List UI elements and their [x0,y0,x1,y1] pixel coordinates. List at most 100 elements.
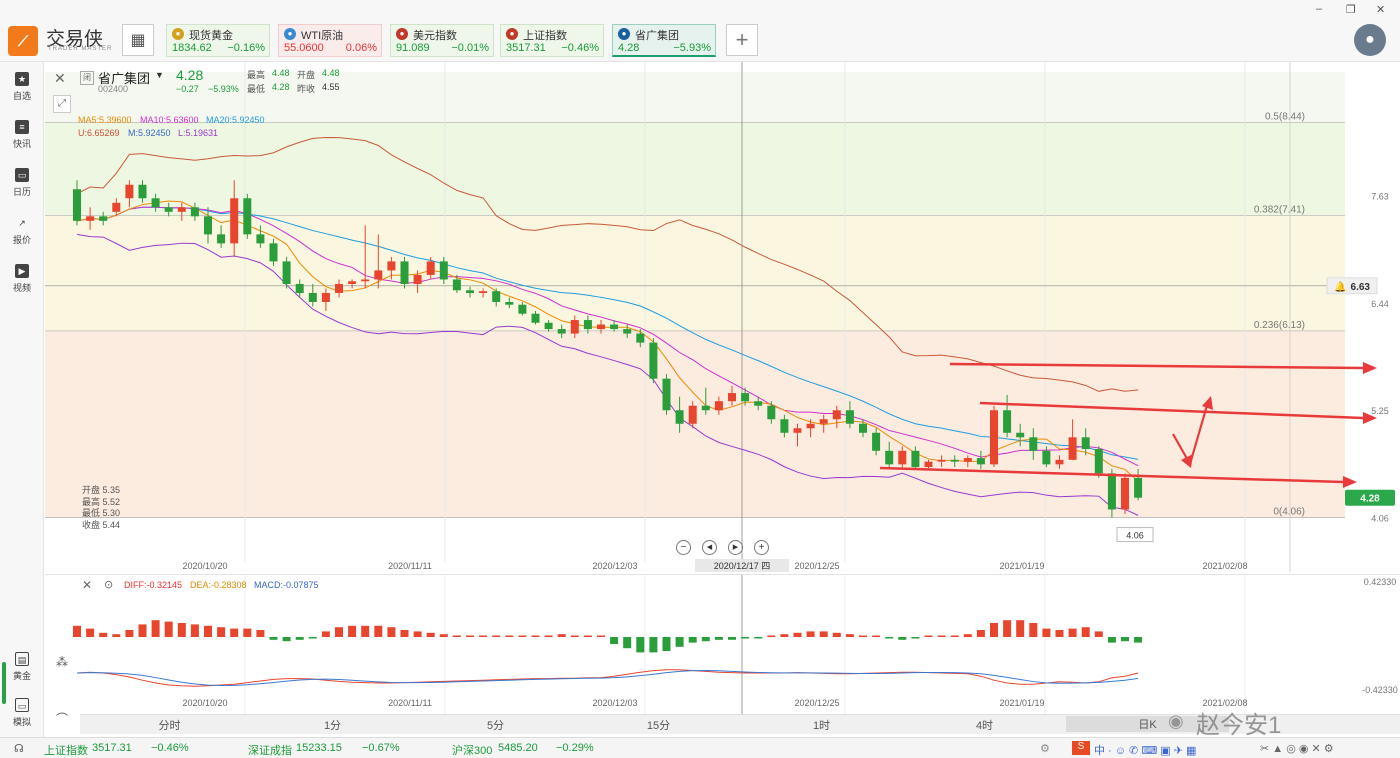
ticker-price: 1834.62 [172,42,212,54]
sidebar-item-news[interactable]: ≡ 快讯 [0,120,44,150]
candle-body-47 [688,405,697,424]
status-index-1-change: −0.67% [362,742,400,754]
candle-body-46 [675,410,684,424]
ticker-name: WTI原油 [301,30,344,42]
candle-body-25 [400,261,409,284]
prev-close-label: 昨收 [297,84,316,94]
trend-arrow-head-0 [1363,362,1377,374]
fib-label-2: 0.236(6.13) [1254,320,1305,331]
system-tray-icons[interactable]: ✂ ▲ ◎ ◉ ✕ ⚙ [1260,742,1334,755]
candle-body-20 [335,283,343,293]
ime-tray[interactable]: 中 · ☺ ✆ ⌨ ▣ ✈ ▦ [1094,742,1196,758]
macd-panel[interactable]: 0.42330 -0.42330 2020/10/20 2020/11/11 2020/… [45,574,1400,714]
macd-bar-71 [1003,620,1012,637]
macd-bar-78 [1094,631,1103,637]
ticker-tab-4[interactable]: ● 省广集团 4.28 −5.93% [612,24,716,57]
candle-body-19 [321,292,330,302]
macd-date-label-2: 2020/12/03 [592,698,637,708]
grid-icon: ▦ [130,32,146,49]
macd-svg: 0.42330 -0.42330 2020/10/20 2020/11/11 2020/… [73,575,1398,714]
macd-bar-77 [1081,627,1090,637]
ticker-price: 91.089 [396,42,430,54]
candle-body-38 [570,320,579,334]
alert-price-label: 6.63 [1351,282,1371,293]
maximize-button[interactable]: ❐ [1346,3,1356,16]
sidebar-item-video[interactable]: ▶ 视频 [0,264,44,294]
period-tab-0[interactable]: 分时 [88,717,251,733]
zoom-in-button[interactable]: + [754,540,769,555]
candle-body-45 [662,378,671,411]
macd-bar-9 [190,624,199,637]
period-tab-5[interactable]: 4时 [903,717,1066,733]
scroll-right-button[interactable]: ▶ [728,540,743,555]
open-value: 4.48 [322,68,340,78]
candle-body-10 [204,216,212,235]
close-window-button[interactable]: ✕ [1376,3,1385,16]
period-tab-3[interactable]: 15分 [577,717,740,733]
macd-bar-4 [125,630,134,637]
tool-icon[interactable]: ⚙ [1040,742,1050,755]
candle-body-74 [1042,450,1051,465]
macd-bar-51 [741,637,750,639]
candle-body-29 [452,279,461,291]
macd-date-label-1: 2020/11/11 [388,698,432,708]
candle-body-32 [492,291,501,302]
close-macd-icon[interactable]: ✕ [82,578,92,592]
sidebar-item-gold[interactable]: ▤ 黄金 [0,652,44,682]
candle-body-49 [714,401,723,411]
stock-code: 002400 [98,84,129,94]
weibo-icon: ◉ [1168,711,1184,731]
candle-body-44 [649,342,658,379]
candle-body-15 [269,243,278,262]
ticker-price: 55.0600 [284,42,324,54]
period-tab-1[interactable]: 1分 [251,717,414,733]
candle-body-9 [190,207,199,217]
macd-settings-icon[interactable]: ⊙ [104,578,113,591]
candle-body-5 [138,184,147,199]
candle-body-72 [1016,432,1025,438]
status-index-2-change: −0.29% [556,742,594,754]
macd-dea-label: DEA:-0.28308 [190,580,247,590]
macd-bar-21 [348,625,357,637]
candle-body-79 [1107,473,1116,510]
ticker-tab-2[interactable]: ● 美元指数 91.089 −0.01% [390,24,494,57]
macd-bar-15 [269,637,278,640]
scroll-left-button[interactable]: ◀ [702,540,717,555]
sidebar-item-simulate[interactable]: ▭ 模拟 [0,698,44,728]
macd-bar-79 [1107,637,1116,643]
stock-change-pct: −5.93% [208,84,239,94]
user-avatar-icon[interactable]: ● [1354,24,1386,56]
sidebar-item-watchlist[interactable]: ★ 自选 [0,72,44,102]
period-tab-2[interactable]: 5分 [414,717,577,733]
minimize-button[interactable]: – [1316,3,1322,15]
close-chart-icon[interactable]: ✕ [54,70,66,87]
input-method-icon[interactable]: S [1072,741,1090,755]
macd-bar-44 [649,637,658,653]
sidebar-item-calendar[interactable]: ▭ 日历 [0,168,44,198]
candle-body-30 [466,290,474,293]
zoom-out-button[interactable]: − [676,540,691,555]
trend-arrow-head-2 [1343,476,1357,488]
candle-body-63 [898,450,907,465]
ticker-tab-1[interactable]: ● WTI原油 55.0600 0.06% [278,24,382,57]
dropdown-caret-icon[interactable]: ▼ [155,70,164,80]
layout-grid-button[interactable]: ▦ [122,24,154,56]
headset-icon[interactable]: ☊ [14,742,24,755]
sidebar-item-quote[interactable]: ↗ 报价 [0,216,44,246]
ticker-change: −0.16% [227,42,265,54]
indicator-icon[interactable]: ⁂ [53,655,71,673]
macd-bar-70 [990,623,998,637]
chart-type-icon[interactable]: ⌒ [53,710,71,728]
candle-body-76 [1068,437,1077,460]
ticker-tab-0[interactable]: ● 现货黄金 1834.62 −0.16% [166,24,270,57]
period-tab-4[interactable]: 1时 [740,717,903,733]
candle-body-26 [413,274,422,284]
add-ticker-button[interactable]: + [726,24,758,56]
candle-body-61 [872,432,881,451]
prev-close-value: 4.55 [322,82,340,92]
ticker-tab-3[interactable]: ● 上证指数 3517.31 −0.46% [500,24,604,57]
macd-bar-48 [701,637,710,642]
boll-mid-label: M:5.92450 [128,128,171,138]
macd-bar-60 [859,635,867,637]
draw-tool-icon[interactable]: ⤢ [53,95,71,113]
